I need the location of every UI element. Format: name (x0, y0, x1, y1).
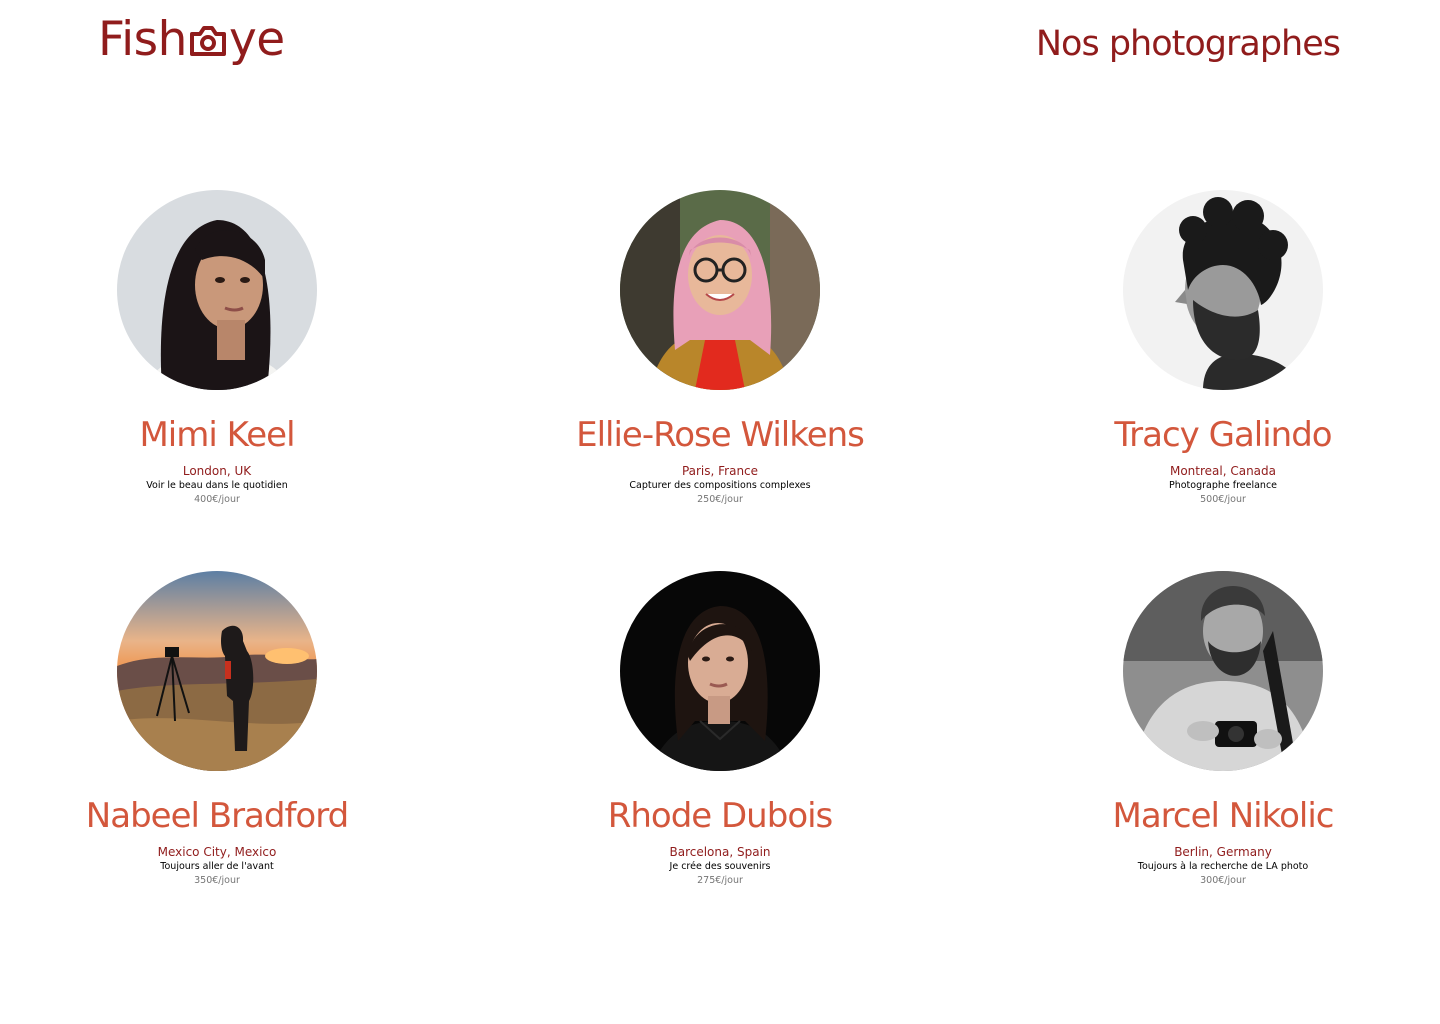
photographer-price: 275€/jour (697, 875, 743, 886)
photographer-card: Ellie-Rose Wilkens Paris, France Capture… (550, 190, 890, 506)
photographer-link[interactable]: Tracy Galindo (1053, 190, 1393, 456)
logo-text-left: Fish (98, 12, 187, 67)
photographer-card: Tracy Galindo Montreal, Canada Photograp… (1053, 190, 1393, 506)
photographer-card: Rhode Dubois Barcelona, Spain Je crée de… (550, 571, 890, 887)
photographer-location: London, UK (182, 464, 252, 478)
photographer-price: 300€/jour (1200, 875, 1246, 886)
photographer-link[interactable]: Mimi Keel (47, 190, 387, 456)
photographer-link[interactable]: Marcel Nikolic (1053, 571, 1393, 837)
photographer-card: Nabeel Bradford Mexico City, Mexico Touj… (47, 571, 387, 887)
photographer-name: Tracy Galindo (1114, 415, 1332, 455)
photographer-location: Montreal, Canada (1169, 464, 1277, 478)
photographer-location: Paris, France (681, 464, 759, 478)
photographer-portrait (117, 571, 317, 771)
photographer-name: Mimi Keel (139, 415, 295, 455)
photographer-name: Marcel Nikolic (1112, 796, 1334, 836)
photographer-tagline: Je crée des souvenirs (669, 861, 771, 872)
photographer-name: Ellie-Rose Wilkens (576, 415, 865, 455)
photographer-link[interactable]: Rhode Dubois (550, 571, 890, 837)
photographer-price: 500€/jour (1200, 494, 1246, 505)
photographer-location: Mexico City, Mexico (157, 845, 277, 859)
photographer-portrait (1123, 571, 1323, 771)
photographer-card: Marcel Nikolic Berlin, Germany Toujours … (1053, 571, 1393, 887)
photographer-portrait (117, 190, 317, 390)
photographer-tagline: Capturer des compositions complexes (629, 480, 811, 491)
photographer-portrait (1123, 190, 1323, 390)
photographer-name: Rhode Dubois (607, 796, 834, 836)
photographer-tagline: Toujours à la recherche de LA photo (1137, 861, 1309, 872)
photographer-portrait (620, 190, 820, 390)
photographer-link[interactable]: Nabeel Bradford (47, 571, 387, 837)
page-title: Nos photographes (1035, 24, 1341, 64)
photographer-tagline: Voir le beau dans le quotidien (146, 480, 288, 491)
photographer-portrait (620, 571, 820, 771)
photographer-tagline: Toujours aller de l'avant (160, 861, 274, 872)
fisheye-logo[interactable]: Fish ye (98, 10, 285, 70)
photographer-name: Nabeel Bradford (85, 796, 349, 836)
photographer-price: 350€/jour (194, 875, 240, 886)
photographer-card: Mimi Keel London, UK Voir le beau dans l… (47, 190, 387, 506)
photographer-tagline: Photographe freelance (1168, 480, 1278, 491)
photographer-price: 250€/jour (697, 494, 743, 505)
logo-text-right: ye (228, 12, 285, 67)
photographer-price: 400€/jour (194, 494, 240, 505)
photographer-link[interactable]: Ellie-Rose Wilkens (550, 190, 890, 456)
camera-icon (189, 26, 226, 56)
photographer-location: Barcelona, Spain (669, 845, 771, 859)
page-header: Fish ye Nos photographes (0, 0, 1440, 90)
photographer-location: Berlin, Germany (1174, 845, 1272, 859)
